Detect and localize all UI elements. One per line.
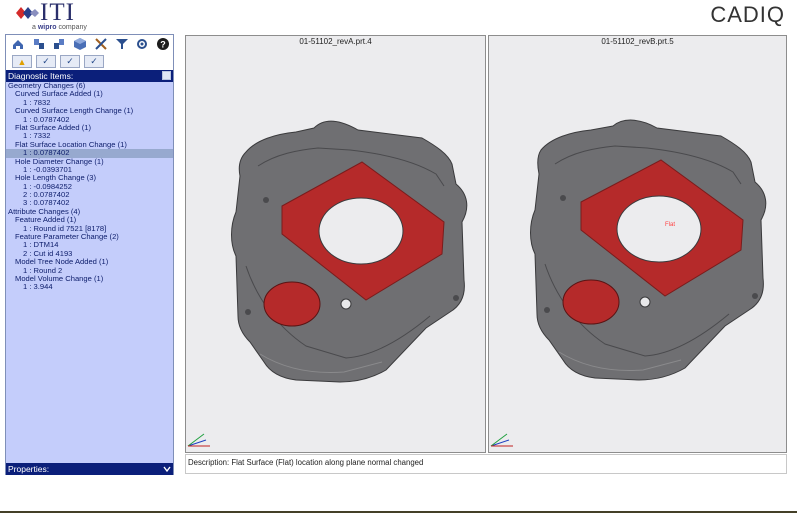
left-viewport[interactable]: 01-51102_revA.prt.4 <box>185 35 486 453</box>
warning-icon: ▲ <box>17 56 27 67</box>
top-bar: ITI a wipro company CADIQ <box>0 0 797 34</box>
center-hole <box>616 195 702 263</box>
left-part-model <box>187 120 468 447</box>
filter-toolbar: ▲ ✓ ✓ ✓ <box>6 53 173 70</box>
home-icon[interactable] <box>8 36 28 53</box>
right-part-model: Flat <box>490 119 767 447</box>
tree-value[interactable]: 1 : 3.944 <box>6 282 173 291</box>
properties-header-label: Properties: <box>8 464 50 474</box>
axis-triad <box>490 433 513 447</box>
collapse-icon[interactable] <box>162 71 171 80</box>
right-viewport[interactable]: Flat 01-51102_revB.prt.5 <box>488 35 787 453</box>
warning-toggle[interactable]: ▲ <box>12 55 32 68</box>
tools-icon[interactable] <box>91 36 111 53</box>
check-filter-toggle[interactable]: ✓ <box>60 55 80 68</box>
flat-annotation: Flat <box>665 222 675 228</box>
highlighted-curved-surface <box>562 279 620 325</box>
check-list-toggle[interactable]: ✓ <box>84 55 104 68</box>
check-icon: ✓ <box>66 56 74 66</box>
compare-icon[interactable] <box>29 36 49 53</box>
diagnostic-tree: Geometry Changes (6) Curved Surface Added… <box>6 82 173 464</box>
left-panel: ? ▲ ✓ ✓ ✓ Diagnostic Items: Geometry Cha… <box>5 34 174 475</box>
check-icon: ✓ <box>42 56 50 66</box>
chevron-down-icon <box>163 466 171 473</box>
check-icon: ✓ <box>90 56 98 66</box>
properties-header[interactable]: Properties: <box>6 463 173 475</box>
logo-subtitle: a wipro company <box>32 24 87 31</box>
logo-text: ITI <box>40 0 75 26</box>
description-bar: Description: Flat Surface (Flat) locatio… <box>185 454 787 474</box>
center-hole <box>318 197 404 265</box>
app-name: CADIQ <box>710 2 785 27</box>
left-viewport-title: 01-51102_revA.prt.4 <box>299 37 372 46</box>
main-toolbar: ? <box>6 35 173 53</box>
geometry-toggle[interactable]: ✓ <box>36 55 56 68</box>
axis-triad <box>187 433 210 447</box>
right-viewport-title: 01-51102_revB.prt.5 <box>601 37 674 46</box>
diagnostic-header: Diagnostic Items: <box>6 70 173 82</box>
bottom-divider <box>0 511 797 513</box>
help-icon[interactable]: ? <box>153 36 173 53</box>
highlighted-curved-surface <box>263 281 321 327</box>
filter-icon[interactable] <box>112 36 132 53</box>
iti-logo: ITI a wipro company <box>14 0 104 33</box>
models-icon[interactable] <box>50 36 70 53</box>
logo-mark-icon <box>16 7 39 19</box>
settings-icon[interactable] <box>133 36 153 53</box>
cube-icon[interactable] <box>70 36 90 53</box>
svg-text:?: ? <box>160 40 166 50</box>
diagnostic-header-label: Diagnostic Items: <box>8 71 74 81</box>
